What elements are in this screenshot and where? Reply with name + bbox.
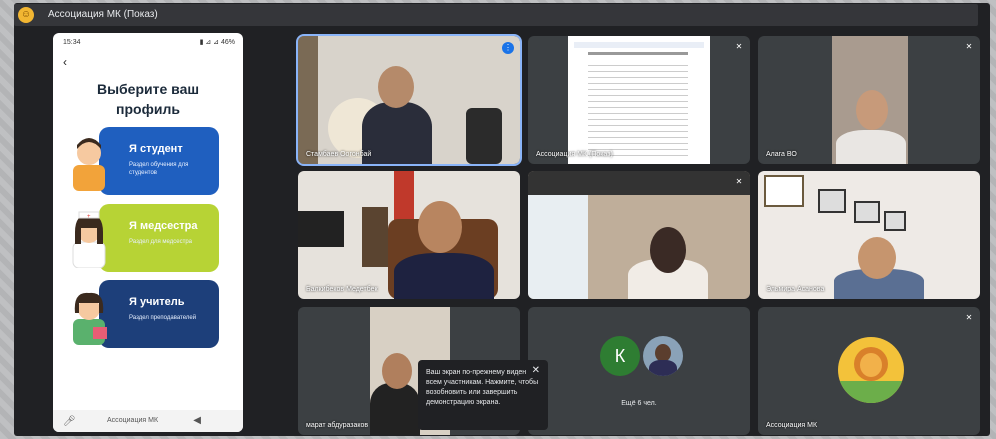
lion-avatar-icon [838, 337, 904, 403]
back-arrow-icon[interactable]: ‹ [63, 55, 67, 69]
shelf [362, 207, 388, 267]
heading-line-2: профиль [116, 101, 180, 117]
participant-tile[interactable]: ✕ Ассоциация МК (Показ) [528, 36, 750, 164]
participant-tile[interactable]: ⋮ Стамбаев Оогонбай [296, 34, 522, 166]
teacher-avatar-icon [73, 292, 107, 345]
student-card[interactable]: Я студент Раздел обучения для студентов [99, 127, 219, 195]
participant-name: Балкибеков Медетбек [306, 286, 378, 293]
tile-background [298, 36, 318, 164]
participant-head [378, 66, 414, 108]
student-card-title: Я студент [129, 143, 183, 155]
tile-background [528, 171, 750, 195]
nurse-avatar-icon: + [72, 211, 106, 268]
mic-off-icon: ✕ [965, 313, 973, 322]
participant-avatar: К [600, 336, 640, 376]
window [528, 191, 588, 299]
nurse-card-subtitle: Раздел для медсестра [129, 239, 193, 245]
participant-head [650, 227, 686, 273]
certificate-frame [818, 189, 846, 213]
participant-name: Ассоциация МК (Показ) [536, 151, 613, 158]
participant-body [362, 102, 432, 164]
teacher-card-subtitle: Раздел преподавателей [129, 315, 197, 321]
more-participants-tile[interactable] [528, 307, 750, 435]
status-time: 15:34 [63, 39, 81, 46]
title-bar: ☺ Ассоциация МК (Показ) [14, 4, 978, 26]
mic-off-icon: ✕ [965, 42, 973, 51]
participant-body [394, 253, 494, 299]
window-title: Ассоциация МК (Показ) [48, 9, 158, 20]
mic-off-icon: ✕ [735, 177, 743, 186]
svg-text:+: + [87, 214, 91, 220]
mic-icon[interactable]: 🎤︎ [63, 416, 76, 427]
screen-share-notice[interactable]: Ваш экран по-прежнему виден всем участни… [418, 360, 548, 430]
heading-line-1: Выберите ваш [96, 81, 200, 97]
nurse-card[interactable]: Я медсестра Раздел для медсестра [99, 204, 219, 272]
shared-document [568, 36, 710, 164]
teacher-card[interactable]: Я учитель Раздел преподавателей [99, 280, 219, 348]
participant-body [370, 383, 420, 435]
participant-tile[interactable]: ✕ Алага ВО [758, 36, 980, 164]
participant-name: Стамбаев Оогонбай [306, 151, 372, 158]
nav-back-icon[interactable]: ◀ [193, 415, 201, 426]
participant-tile[interactable]: Балкибеков Медетбек [298, 171, 520, 299]
mic-off-icon: ✕ [735, 42, 743, 51]
participant-head [858, 237, 896, 279]
close-icon[interactable]: ✕ [532, 366, 540, 376]
tv-screen [298, 211, 344, 247]
certificate-frame [884, 211, 906, 231]
navbar-label: Ассоциация МК [107, 417, 159, 424]
participant-tile[interactable]: ✕ [528, 171, 750, 299]
participant-head [382, 353, 412, 389]
participant-name: Ассоциация МК [766, 422, 818, 429]
phone-nav-bar: 🎤︎ Ассоциация МК ◀ [53, 410, 243, 432]
certificate-frame [764, 175, 804, 207]
participant-name: марат абдуразаков [306, 422, 369, 429]
participant-head [856, 90, 888, 130]
participant-avatar [643, 336, 683, 376]
participant-head [418, 201, 462, 253]
screen-share-notice-text: Ваш экран по-прежнему виден всем участни… [426, 369, 539, 406]
app-logo-icon: ☺ [18, 7, 34, 23]
nurse-card-title: Я медсестра [129, 220, 198, 232]
profile-heading: Выберите ваш профиль [53, 79, 243, 119]
shared-phone-screen: 15:34 ▮ ⊿ ⊿ 46% ‹ Выберите ваш профиль Я… [53, 33, 243, 432]
participant-tile[interactable]: Эльмира Асанова [758, 171, 980, 299]
student-card-subtitle: Раздел обучения для студентов [129, 162, 189, 176]
more-participants-label: Ещё 6 чел. [621, 400, 657, 407]
speaking-indicator-icon: ⋮ [502, 42, 514, 54]
participant-body [836, 130, 906, 164]
chair [466, 108, 502, 164]
participant-name: Алага ВО [766, 151, 797, 158]
certificate-frame [854, 201, 880, 223]
status-indicators: ▮ ⊿ ⊿ 46% [199, 39, 235, 46]
student-avatar-icon [73, 138, 105, 191]
participant-name: Эльмира Асанова [766, 286, 825, 293]
teacher-card-title: Я учитель [129, 296, 185, 308]
